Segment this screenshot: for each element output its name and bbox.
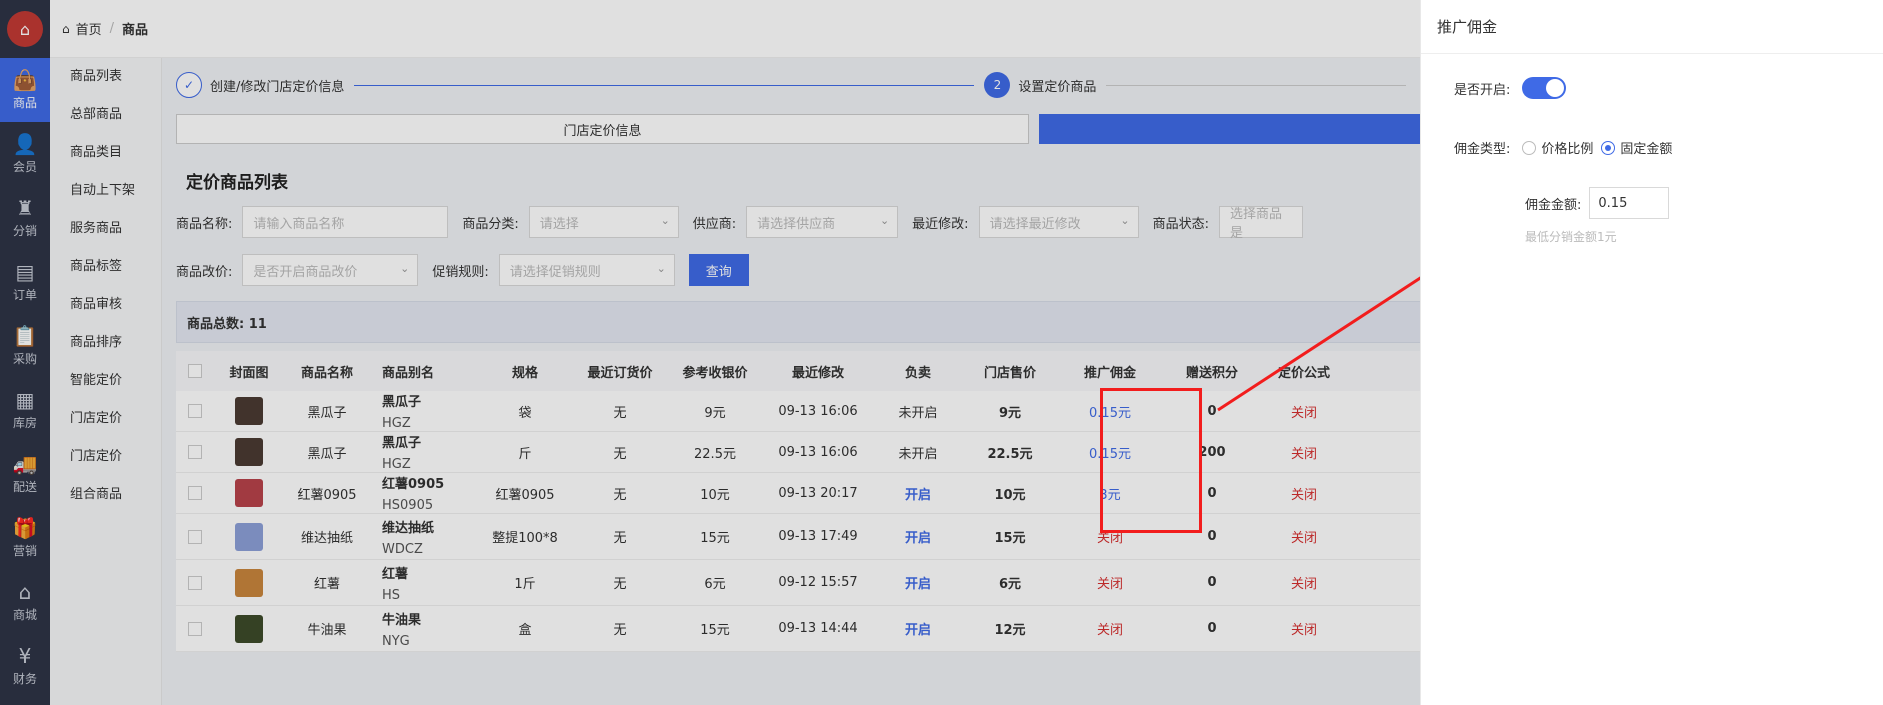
highlight-box <box>1100 388 1202 533</box>
overlay-mask[interactable] <box>0 0 1420 705</box>
amount-label: 佣金金额: <box>1525 197 1582 213</box>
drawer-title: 推广佣金 <box>1421 0 1883 54</box>
enable-row: 是否开启: <box>1454 77 1567 99</box>
type-label: 佣金类型: <box>1454 142 1511 157</box>
amount-input[interactable]: 0.15 <box>1589 187 1670 219</box>
enable-label: 是否开启: <box>1454 82 1511 98</box>
amount-hint: 最低分销金额1元 <box>1525 230 1617 244</box>
amount-row: 佣金金额: 0.15 <box>1525 187 1670 219</box>
radio-price-ratio[interactable] <box>1522 140 1537 155</box>
enable-switch[interactable] <box>1522 77 1567 99</box>
radio-price-ratio-label[interactable]: 价格比例 <box>1541 138 1593 157</box>
radio-fixed-amount-label[interactable]: 固定金额 <box>1620 138 1672 157</box>
switch-knob <box>1546 79 1565 97</box>
radio-fixed-amount[interactable] <box>1601 140 1616 155</box>
commission-drawer: 推广佣金 <box>1420 0 1883 705</box>
type-row: 佣金类型: 价格比例 固定金额 <box>1454 138 1680 157</box>
